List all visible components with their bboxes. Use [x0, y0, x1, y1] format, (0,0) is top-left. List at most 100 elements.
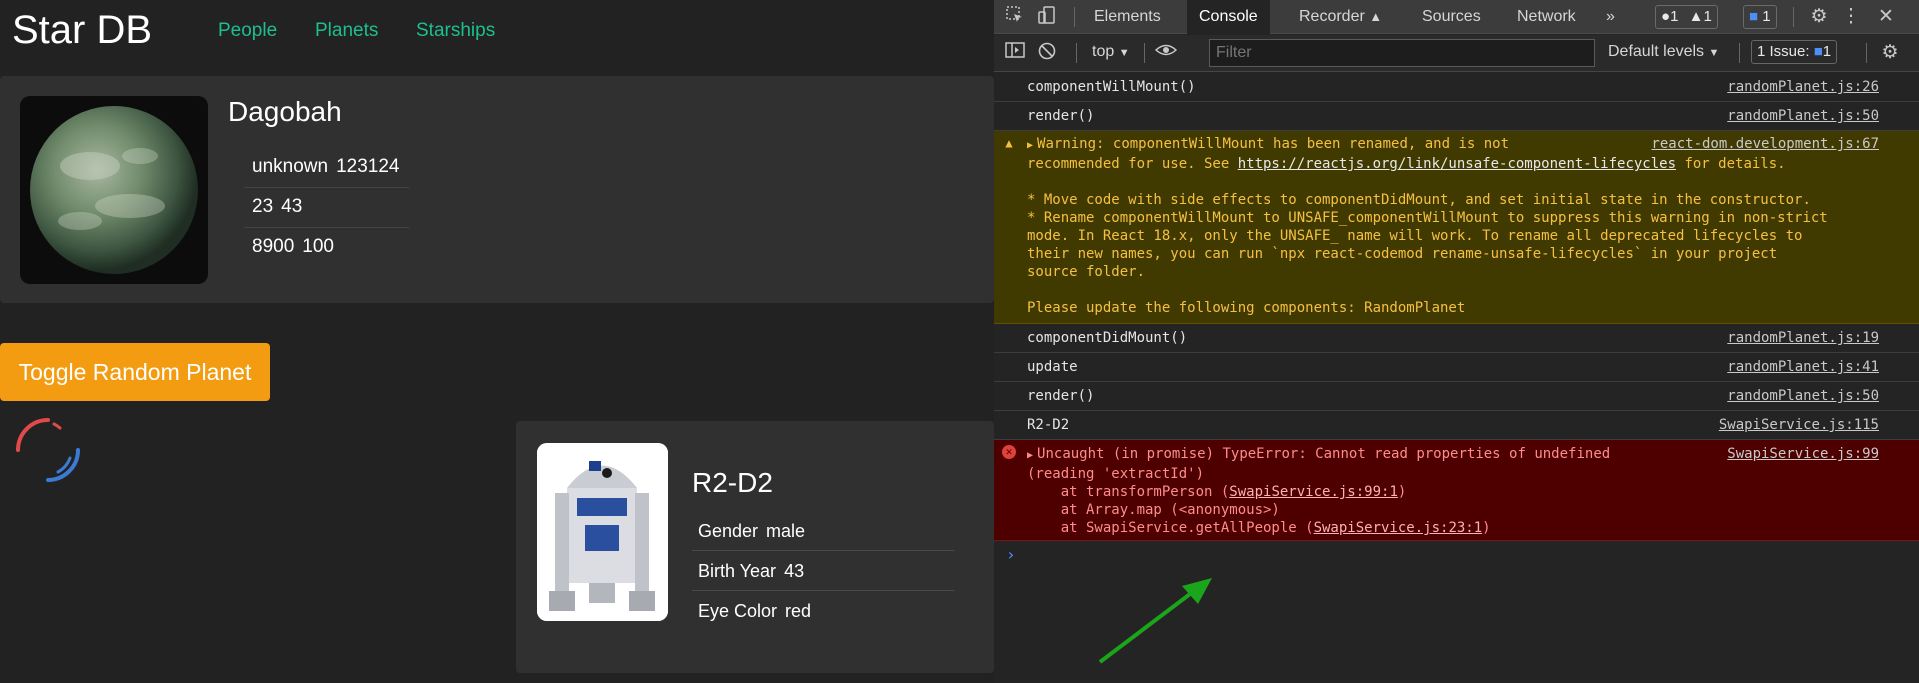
source-link[interactable]: SwapiService.js:115	[1719, 416, 1879, 434]
messages-counter[interactable]: ■ 1	[1743, 5, 1777, 29]
stack-frame-text: at SwapiService.getAllPeople (	[1027, 520, 1314, 536]
react-docs-link[interactable]: https://reactjs.org/link/unsafe-componen…	[1238, 156, 1676, 172]
planet-detail-row: unknown 123124	[244, 148, 409, 188]
detail-value: male	[766, 521, 806, 541]
issues-button[interactable]: 1 Issue: ■1	[1751, 40, 1838, 64]
warning-line1: Warning: componentWillMount has been ren…	[1037, 136, 1510, 152]
person-name: R2-D2	[692, 467, 773, 498]
inspect-element-icon[interactable]	[1003, 5, 1027, 29]
planet-detail-value: 43	[281, 196, 303, 217]
planet-detail-value: 123124	[336, 156, 400, 177]
detail-label: Gender	[698, 521, 759, 541]
toolbar-divider	[1076, 43, 1077, 63]
console-log-message: update randomPlanet.js:41	[994, 353, 1919, 382]
nav-link-starships[interactable]: Starships	[416, 20, 495, 42]
console-prompt[interactable]: ›	[994, 541, 1919, 571]
console-toolbar: top ▼ Default levels ▼ 1 Issue: ■1 ⚙	[994, 35, 1919, 72]
person-details-card: R2-D2 Gender male Birth Year 43 Eye Color r…	[516, 421, 994, 673]
tab-recorder[interactable]: Recorder ▲	[1287, 0, 1394, 34]
log-text: render()	[1027, 388, 1095, 404]
planet-detail-value: 8900	[252, 236, 295, 257]
expand-triangle-icon: ▶	[1027, 140, 1034, 151]
warning-triangle-icon: ▲	[1005, 136, 1013, 150]
context-value: top	[1092, 43, 1115, 60]
stack-frame-link[interactable]: SwapiService.js:99:1	[1229, 484, 1398, 500]
planet-detail-row: 8900 100	[244, 228, 409, 268]
source-link[interactable]: randomPlanet.js:19	[1727, 329, 1879, 347]
more-tabs-button[interactable]: »	[1594, 0, 1627, 34]
log-text: componentDidMount()	[1027, 330, 1188, 346]
planet-name: Dagobah	[228, 96, 342, 127]
source-link[interactable]: randomPlanet.js:41	[1727, 358, 1879, 376]
stack-frame-text: )	[1397, 484, 1407, 500]
planet-detail-value: 23	[252, 196, 274, 217]
clear-console-icon[interactable]	[1035, 41, 1059, 65]
log-text: render()	[1027, 108, 1095, 124]
detail-label: Birth Year	[698, 561, 777, 581]
toolbar-divider	[1866, 43, 1867, 63]
warning-line2-post: for details.	[1676, 156, 1786, 172]
detail-label: Eye Color	[698, 601, 778, 621]
console-settings-gear-icon[interactable]: ⚙	[1878, 41, 1902, 65]
nav-link-planets[interactable]: Planets	[315, 20, 378, 42]
toolbar-divider	[1793, 7, 1794, 27]
devtools-tab-bar: Elements Console Recorder ▲ Sources Netw…	[994, 0, 1919, 34]
source-link[interactable]: randomPlanet.js:50	[1727, 387, 1879, 405]
settings-gear-icon[interactable]: ⚙	[1807, 5, 1831, 29]
stack-frame-link[interactable]: SwapiService.js:23:1	[1314, 520, 1483, 536]
log-levels-dropdown[interactable]: Default levels ▼	[1608, 43, 1719, 61]
toolbar-divider	[1739, 43, 1740, 63]
warning-body: * Move code with side effects to compone…	[1027, 192, 1828, 280]
nav-link-people[interactable]: People	[218, 20, 277, 42]
tab-recorder-label: Recorder	[1299, 8, 1365, 25]
detail-value: 43	[784, 561, 805, 581]
issue-message-icon: ■	[1813, 43, 1823, 60]
error-x-icon: ✕	[1002, 445, 1016, 459]
tab-elements[interactable]: Elements	[1082, 0, 1173, 34]
tab-network[interactable]: Network	[1505, 0, 1588, 34]
detail-value: red	[785, 601, 812, 621]
console-error-message: ✕ ▶ Uncaught (in promise) TypeError: Cann…	[994, 440, 1919, 541]
warning-line2-pre: recommended for use. See	[1027, 156, 1238, 172]
live-expression-eye-icon[interactable]	[1154, 41, 1178, 65]
message-icon: ■	[1749, 8, 1759, 25]
planet-detail-value: 100	[302, 236, 334, 257]
tab-sources[interactable]: Sources	[1410, 0, 1493, 34]
chevron-down-icon: ▼	[1708, 47, 1720, 59]
tab-console[interactable]: Console	[1187, 0, 1270, 34]
random-planet-card: Dagobah unknown 123124 23 43 8900 100	[0, 76, 994, 303]
warning-triangle-icon: ▲	[1688, 8, 1704, 25]
log-levels-label: Default levels	[1608, 43, 1705, 60]
brand-title[interactable]: Star DB	[12, 8, 152, 53]
more-options-icon[interactable]: ⋮	[1839, 5, 1863, 29]
source-link[interactable]: react-dom.development.js:67	[1651, 135, 1879, 153]
source-link[interactable]: SwapiService.js:99	[1727, 445, 1879, 463]
sidebar-toggle-icon[interactable]	[1003, 41, 1027, 65]
expand-triangle-icon: ▶	[1027, 450, 1034, 461]
device-toolbar-icon[interactable]	[1035, 5, 1059, 29]
log-text: update	[1027, 359, 1078, 375]
console-log-message: componentDidMount() randomPlanet.js:19	[994, 324, 1919, 353]
error-warning-counter[interactable]: ●1 ▲1	[1655, 5, 1718, 29]
annotation-arrow-icon	[1098, 578, 1212, 664]
planet-detail-row: 23 43	[244, 188, 409, 228]
context-selector[interactable]: top ▼	[1092, 43, 1130, 61]
error-line1: Uncaught (in promise) TypeError: Cannot …	[1037, 446, 1611, 462]
console-filter-input[interactable]	[1209, 39, 1595, 67]
console-log-message: R2-D2 SwapiService.js:115	[994, 411, 1919, 440]
toggle-random-planet-button[interactable]: Toggle Random Planet	[0, 343, 270, 401]
message-count: 1	[1762, 8, 1771, 25]
console-messages: componentWillMount() randomPlanet.js:26 …	[994, 73, 1919, 571]
toolbar-divider	[1144, 43, 1145, 63]
source-link[interactable]: randomPlanet.js:50	[1727, 107, 1879, 125]
stack-frame-text: )	[1482, 520, 1491, 536]
person-detail-row: Eye Color red	[692, 591, 954, 631]
log-text: componentWillMount()	[1027, 79, 1196, 95]
warning-count: 1	[1703, 8, 1712, 25]
console-log-message: componentWillMount() randomPlanet.js:26	[994, 73, 1919, 102]
toolbar-divider	[1074, 7, 1075, 27]
issues-count: 1	[1822, 43, 1832, 60]
close-icon[interactable]: ✕	[1874, 5, 1898, 29]
source-link[interactable]: randomPlanet.js:26	[1727, 78, 1879, 96]
chevron-down-icon: ▼	[1118, 47, 1130, 59]
